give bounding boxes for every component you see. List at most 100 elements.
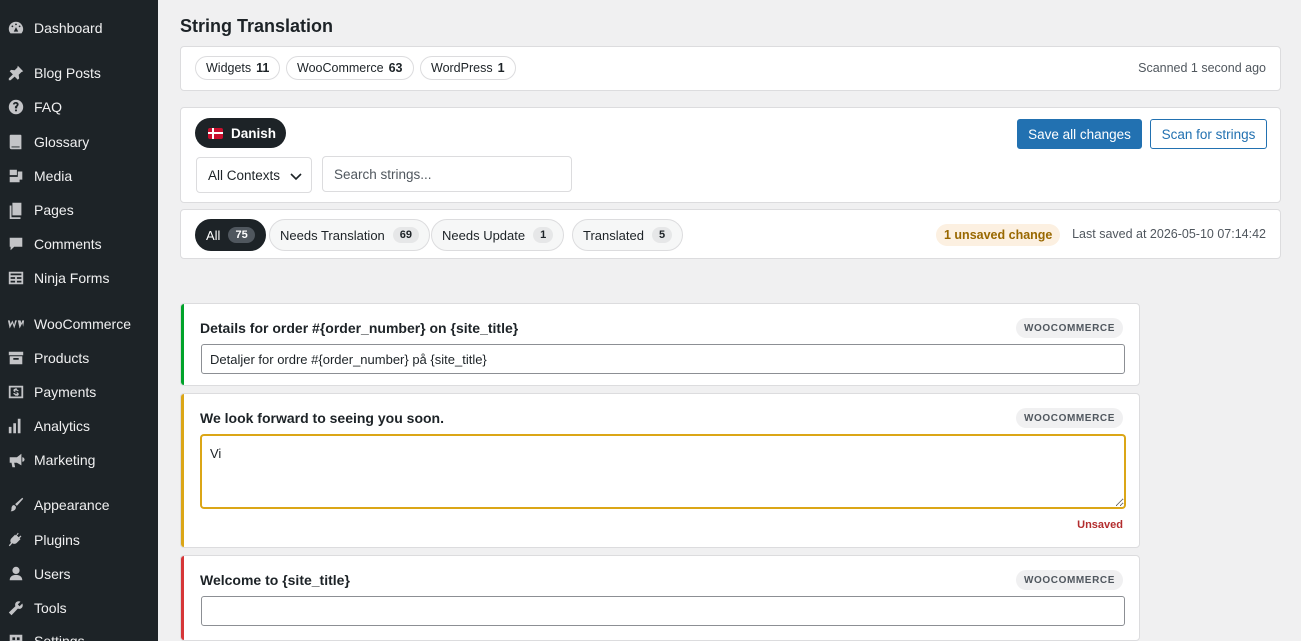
- translation-input[interactable]: [201, 596, 1125, 626]
- domain-chip-name: WordPress: [431, 61, 493, 75]
- main-content: String Translation Widgets 11 WooCommerce…: [158, 0, 1301, 641]
- sidebar-item-faq[interactable]: FAQ: [0, 92, 158, 122]
- filter-tab-count: 5: [651, 227, 673, 243]
- chevron-down-icon: [289, 169, 303, 183]
- filter-tab-translated[interactable]: Translated 5: [572, 219, 684, 251]
- pages-icon: [7, 201, 25, 219]
- sidebar-item-label: Ninja Forms: [34, 270, 110, 286]
- archive-icon: [7, 349, 25, 367]
- sidebar-item-woocommerce[interactable]: WooCommerce: [0, 309, 158, 339]
- filter-tab-needs-update[interactable]: Needs Update 1: [431, 219, 565, 251]
- sidebar-item-users[interactable]: Users: [0, 559, 158, 589]
- status-indicator: [181, 304, 184, 385]
- user-icon: [7, 565, 25, 583]
- settings-icon: [7, 632, 25, 641]
- sidebar-item-label: Products: [34, 350, 90, 366]
- sidebar-item-ninja-forms[interactable]: Ninja Forms: [0, 263, 158, 293]
- sidebar-item-glossary[interactable]: Glossary: [0, 127, 158, 157]
- sidebar-item-appearance[interactable]: Appearance: [0, 490, 158, 520]
- sidebar-item-label: Tools: [34, 600, 67, 616]
- sidebar-item-plugins[interactable]: Plugins: [0, 525, 158, 555]
- sidebar-item-label: Users: [34, 566, 71, 582]
- sidebar-item-label: Pages: [34, 202, 74, 218]
- denmark-flag-icon: [208, 127, 223, 139]
- sidebar-item-label: Glossary: [34, 134, 90, 150]
- media-icon: [7, 167, 25, 185]
- sidebar-item-settings[interactable]: Settings: [0, 626, 158, 641]
- domain-chip-count: 11: [256, 61, 270, 75]
- save-all-changes-button[interactable]: Save all changes: [1017, 119, 1142, 149]
- filter-tab-all[interactable]: All 75: [195, 219, 266, 251]
- filter-tab-needs-translation[interactable]: Needs Translation 69: [269, 219, 431, 251]
- unsaved-label: Unsaved: [1077, 519, 1123, 531]
- sidebar-item-label: Marketing: [34, 452, 96, 468]
- sidebar-item-label: Analytics: [34, 418, 91, 434]
- filter-tab-label: All: [206, 227, 221, 243]
- context-select-value: All Contexts: [208, 167, 281, 183]
- domain-tag: WOOCOMMERCE: [1015, 408, 1123, 428]
- context-select[interactable]: All Contexts: [196, 157, 312, 193]
- brush-icon: [7, 496, 25, 514]
- domain-tag: WOOCOMMERCE: [1015, 570, 1123, 590]
- string-card: Details for order #{order_number} on {si…: [180, 303, 1140, 386]
- sidebar-item-label: WooCommerce: [34, 316, 131, 332]
- translation-textarea[interactable]: Vi: [201, 435, 1125, 508]
- wrench-icon: [7, 599, 25, 617]
- language-selector[interactable]: Danish: [195, 118, 286, 148]
- dollar-icon: [7, 383, 25, 401]
- domain-chip-count: 1: [497, 61, 505, 75]
- domains-panel: Widgets 11 WooCommerce 63 WordPress 1 Scann…: [180, 46, 1281, 91]
- sidebar-item-pages[interactable]: Pages: [0, 195, 158, 225]
- search-input[interactable]: [322, 156, 572, 192]
- book-icon: [7, 133, 25, 151]
- domain-chip-woocommerce[interactable]: WooCommerce 63: [286, 56, 414, 80]
- sidebar-item-label: Dashboard: [34, 20, 103, 36]
- sidebar-item-label: Appearance: [34, 497, 110, 513]
- woocommerce-icon: [7, 315, 25, 333]
- status-indicator: [181, 394, 184, 547]
- sidebar-item-products[interactable]: Products: [0, 343, 158, 373]
- sidebar-item-payments[interactable]: Payments: [0, 377, 158, 407]
- page-title: String Translation: [180, 16, 334, 36]
- domain-chip-name: Widgets: [206, 61, 252, 75]
- string-card: We look forward to seeing you soon. WOOC…: [180, 393, 1140, 548]
- admin-sidebar: Dashboard Blog Posts FAQ Glossary Media …: [0, 0, 158, 641]
- filter-tab-count: 69: [392, 227, 420, 243]
- sidebar-item-label: FAQ: [34, 99, 63, 115]
- controls-panel: Danish Save all changes Scan for strings…: [180, 107, 1281, 203]
- sidebar-item-media[interactable]: Media: [0, 161, 158, 191]
- domain-tag: WOOCOMMERCE: [1015, 318, 1123, 338]
- language-label: Danish: [231, 125, 277, 141]
- megaphone-icon: [7, 451, 25, 469]
- domain-chip-widgets[interactable]: Widgets 11: [195, 56, 281, 80]
- help-icon: [7, 98, 25, 116]
- sidebar-item-dashboard[interactable]: Dashboard: [0, 13, 158, 43]
- last-saved-status: Last saved at 2026-05-10 07:14:42: [1072, 227, 1266, 241]
- sidebar-item-analytics[interactable]: Analytics: [0, 411, 158, 441]
- domain-chip-wordpress[interactable]: WordPress 1: [420, 56, 516, 80]
- domain-chip-name: WooCommerce: [297, 61, 384, 75]
- sidebar-item-tools[interactable]: Tools: [0, 593, 158, 623]
- sidebar-item-label: Media: [34, 168, 73, 184]
- scan-for-strings-button[interactable]: Scan for strings: [1150, 119, 1267, 149]
- scanned-status: Scanned 1 second ago: [1138, 61, 1266, 75]
- filter-tab-label: Needs Update: [442, 227, 526, 243]
- sidebar-item-comments[interactable]: Comments: [0, 229, 158, 259]
- sidebar-item-label: Plugins: [34, 532, 80, 548]
- domain-chip-count: 63: [388, 61, 403, 75]
- source-string: Details for order #{order_number} on {si…: [200, 320, 519, 336]
- filter-tab-label: Translated: [583, 227, 644, 243]
- filter-tab-count: 1: [533, 227, 554, 243]
- filters-panel: All 75 Needs Translation 69 Needs Update 1 …: [180, 209, 1281, 259]
- sidebar-item-marketing[interactable]: Marketing: [0, 445, 158, 475]
- plug-icon: [7, 531, 25, 549]
- sidebar-item-label: Comments: [34, 236, 102, 252]
- unsaved-changes-badge: 1 unsaved change: [936, 224, 1061, 246]
- comment-icon: [7, 235, 25, 253]
- filter-tab-count: 75: [228, 227, 255, 243]
- translation-input[interactable]: [201, 344, 1125, 374]
- sidebar-item-blog-posts[interactable]: Blog Posts: [0, 58, 158, 88]
- source-string: Welcome to {site_title}: [200, 572, 350, 588]
- source-string: We look forward to seeing you soon.: [200, 410, 444, 426]
- sidebar-item-label: Settings: [34, 633, 85, 641]
